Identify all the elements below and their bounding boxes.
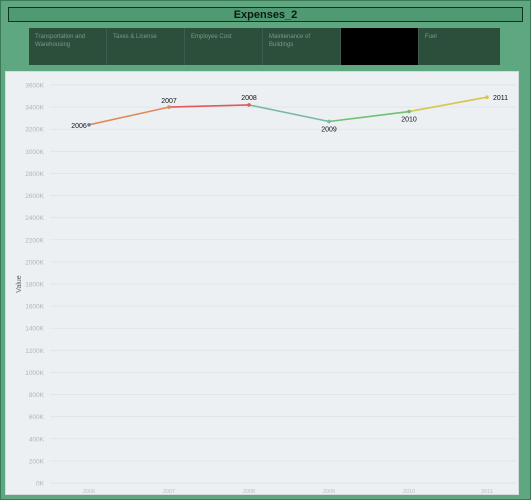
x-tick-label: 2010	[403, 489, 415, 495]
filter-label: Taxes & License	[113, 34, 157, 40]
data-point[interactable]	[327, 119, 331, 124]
y-tick-label: 2400K	[25, 215, 44, 222]
x-tick-label: 2008	[243, 489, 255, 495]
y-tick-label: 2200K	[25, 237, 44, 244]
data-point-label: 2008	[241, 95, 257, 102]
y-tick-label: 800K	[29, 392, 45, 399]
y-tick-label: 1800K	[25, 282, 44, 289]
dashboard-frame: Expenses_2 Transportation and Warehousin…	[0, 0, 531, 500]
series-line-segment	[328, 110, 410, 123]
y-tick-label: 3200K	[25, 127, 44, 134]
data-point-label: 2007	[161, 98, 177, 105]
y-axis-title: Value	[16, 275, 23, 292]
x-tick-label: 2007	[163, 489, 175, 495]
filter-transportation-and-warehousing[interactable]: Transportation and Warehousing	[29, 28, 107, 65]
y-tick-label: 1200K	[25, 348, 44, 355]
y-tick-label: 3000K	[25, 149, 44, 156]
data-point-label: 2011	[493, 95, 508, 102]
series-line-segment	[88, 106, 170, 126]
y-tick-label: 200K	[29, 458, 45, 465]
y-tick-label: 2600K	[25, 193, 44, 200]
chart-panel: 0K 200K 400K 600K 800K 1000K 1200K 1400K 1600K 18…	[5, 71, 519, 495]
category-filter-bar: Transportation and Warehousing Taxes & L…	[29, 28, 500, 65]
filter-taxes-and-license[interactable]: Taxes & License	[107, 28, 185, 65]
y-tick-label: 3400K	[25, 105, 44, 112]
data-point[interactable]	[87, 123, 91, 127]
filter-label: Transportation and Warehousing	[35, 34, 86, 48]
y-tick-label: 600K	[29, 414, 45, 421]
filter-label: Fuel	[425, 34, 437, 40]
y-tick-label: 2000K	[25, 259, 44, 266]
dashboard-title: Expenses_2	[233, 8, 298, 21]
title-bar: Expenses_2	[8, 7, 523, 22]
line-chart: 0K 200K 400K 600K 800K 1000K 1200K 1400K 1600K 18…	[16, 83, 516, 495]
y-tick-label: 0K	[36, 481, 45, 488]
y-tick-label: 400K	[29, 436, 45, 443]
y-tick-label: 3600K	[25, 83, 44, 90]
data-point-label: 2010	[401, 117, 417, 124]
x-tick-label: 2009	[323, 489, 335, 495]
filter-maintenance-of-buildings[interactable]: Maintenance of Buildings	[263, 28, 341, 65]
data-point[interactable]	[167, 105, 171, 109]
x-tick-label: 2006	[83, 489, 95, 495]
data-point[interactable]	[247, 103, 251, 107]
y-tick-label: 2800K	[25, 171, 44, 178]
data-point[interactable]	[485, 95, 489, 99]
data-point[interactable]	[407, 109, 411, 114]
data-point-label: 2006	[71, 123, 87, 130]
y-tick-label: 1000K	[25, 370, 44, 377]
x-tick-label: 2011	[481, 489, 493, 495]
y-tick-label: 1400K	[25, 326, 44, 333]
filter-fuel[interactable]: Fuel	[419, 28, 500, 65]
data-point-label: 2009	[321, 126, 337, 133]
y-tick-label: 1600K	[25, 304, 44, 311]
filter-label: Employee Cost	[191, 34, 232, 40]
series-line-segment	[408, 96, 488, 113]
filter-label: Maintenance of Buildings	[269, 34, 311, 48]
filter-employee-cost[interactable]: Employee Cost	[185, 28, 263, 65]
filter-selected-category[interactable]	[341, 28, 419, 65]
